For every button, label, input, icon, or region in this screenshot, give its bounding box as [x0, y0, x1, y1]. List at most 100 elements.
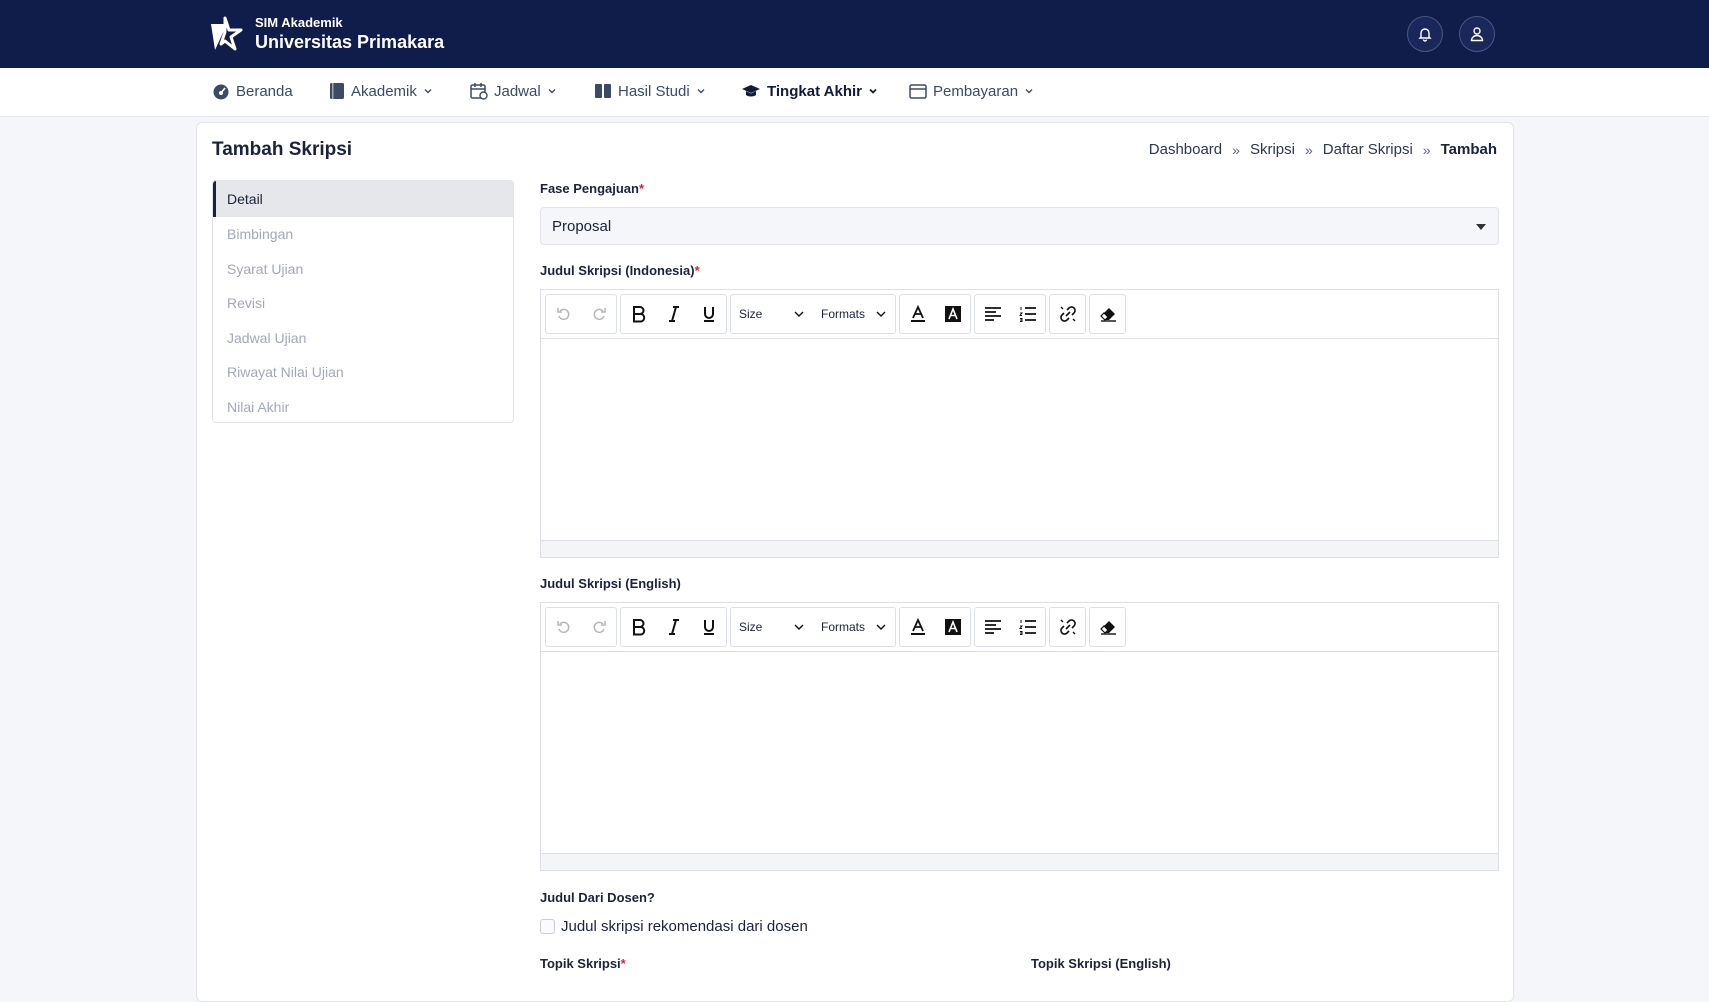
formats-select[interactable]: Formats	[813, 608, 895, 646]
book-icon	[330, 83, 344, 99]
fase-value: Proposal	[552, 217, 612, 235]
judul-id-editor: Size Formats	[540, 289, 1499, 558]
skripsi-form: Fase Pengajuan* Proposal Judul Skripsi (…	[540, 181, 1499, 974]
sidenav-item-syarat-ujian[interactable]: Syarat Ujian	[213, 252, 513, 287]
sidenav-item-bimbingan[interactable]: Bimbingan	[213, 217, 513, 252]
card-icon	[909, 84, 927, 99]
menu-jadwal[interactable]: Jadwal	[470, 82, 557, 100]
breadcrumb-separator: »	[1304, 141, 1313, 158]
bell-icon	[1418, 28, 1432, 42]
menu-beranda[interactable]: Beranda	[212, 82, 293, 100]
bold-button[interactable]	[621, 608, 656, 646]
align-left-icon	[984, 620, 1001, 634]
numbered-list-button[interactable]	[1010, 295, 1045, 333]
undo-icon	[556, 621, 569, 634]
undo-button[interactable]	[546, 608, 581, 646]
sidenav-item-detail[interactable]: Detail	[213, 181, 513, 217]
underline-button[interactable]	[691, 608, 726, 646]
underline-icon	[703, 620, 714, 635]
eraser-icon	[1099, 308, 1116, 322]
logo-icon	[211, 16, 243, 51]
sidenav-item-jadwal-ujian[interactable]: Jadwal Ujian	[213, 321, 513, 356]
bold-button[interactable]	[621, 295, 656, 333]
menu-tingkat-akhir[interactable]: Tingkat Akhir	[741, 82, 878, 100]
color-group	[899, 607, 971, 647]
fase-select[interactable]: Proposal	[540, 207, 1499, 245]
chevron-down-icon	[794, 311, 804, 317]
menu-label: Hasil Studi	[618, 82, 690, 100]
user-icon	[1470, 27, 1484, 42]
page-title: Tambah Skripsi	[212, 139, 353, 160]
dosen-label: Judul Dari Dosen?	[540, 890, 655, 905]
text-color-button[interactable]	[900, 608, 935, 646]
judul-id-label: Judul Skripsi (Indonesia)*	[540, 263, 700, 278]
unlink-button[interactable]	[1050, 608, 1085, 646]
underline-icon	[703, 307, 714, 322]
chevron-down-icon	[876, 311, 886, 317]
menu-label: Jadwal	[494, 82, 541, 100]
size-select[interactable]: Size	[731, 295, 813, 333]
undo-button[interactable]	[546, 295, 581, 333]
align-left-button[interactable]	[975, 295, 1010, 333]
clear-group	[1089, 607, 1126, 647]
redo-icon	[593, 308, 606, 321]
chevron-down-icon	[1025, 89, 1033, 94]
background-color-button[interactable]	[935, 608, 970, 646]
eraser-icon	[1099, 621, 1116, 635]
format-group: Size Formats	[730, 294, 896, 334]
chevron-down-icon	[876, 624, 886, 630]
align-left-icon	[984, 307, 1001, 321]
italic-button[interactable]	[656, 295, 691, 333]
editor-statusbar	[541, 540, 1498, 557]
sidenav-item-revisi[interactable]: Revisi	[213, 286, 513, 321]
italic-button[interactable]	[656, 608, 691, 646]
sidenav-item-riwayat-nilai-ujian[interactable]: Riwayat Nilai Ujian	[213, 355, 513, 390]
menu-label: Beranda	[236, 82, 293, 100]
menu-pembayaran[interactable]: Pembayaran	[909, 82, 1034, 100]
main-menu: Beranda Akademik Jadwal Hasil Studi Ting…	[0, 68, 1709, 117]
breadcrumb-skripsi[interactable]: Skripsi	[1250, 141, 1295, 158]
background-color-icon	[944, 306, 961, 322]
redo-button[interactable]	[581, 295, 616, 333]
breadcrumb-separator: »	[1422, 141, 1431, 158]
redo-button[interactable]	[581, 608, 616, 646]
breadcrumb-dashboard[interactable]: Dashboard	[1149, 141, 1222, 158]
background-color-button[interactable]	[935, 295, 970, 333]
dashboard-icon	[213, 84, 229, 100]
menu-hasil-studi[interactable]: Hasil Studi	[594, 82, 706, 100]
size-select[interactable]: Size	[731, 608, 813, 646]
formats-select[interactable]: Formats	[813, 295, 895, 333]
clear-format-button[interactable]	[1090, 608, 1125, 646]
sidenav-item-nilai-akhir[interactable]: Nilai Akhir	[213, 390, 513, 423]
topik-en-label: Topik Skripsi (English)	[1031, 956, 1171, 971]
text-color-button[interactable]	[900, 295, 935, 333]
unlink-button[interactable]	[1050, 295, 1085, 333]
brand[interactable]: SIM Akademik Universitas Primakara	[205, 14, 444, 54]
dosen-checkbox-label: Judul skripsi rekomendasi dari dosen	[561, 918, 808, 935]
history-group	[545, 294, 617, 334]
fase-label: Fase Pengajuan*	[540, 181, 645, 196]
topik-row: Topik Skripsi* Topik Skripsi (English)	[540, 956, 1499, 974]
breadcrumb-separator: »	[1232, 141, 1240, 158]
breadcrumb-daftar-skripsi[interactable]: Daftar Skripsi	[1323, 141, 1413, 158]
dosen-checkbox-row[interactable]: Judul skripsi rekomendasi dari dosen	[540, 918, 1499, 935]
numbered-list-button[interactable]	[1010, 608, 1045, 646]
top-header: SIM Akademik Universitas Primakara	[0, 0, 1709, 68]
graduation-cap-icon	[742, 85, 760, 97]
clear-format-button[interactable]	[1090, 295, 1125, 333]
chevron-down-icon	[869, 88, 877, 94]
judul-id-content[interactable]	[541, 339, 1498, 540]
side-nav: Detail Bimbingan Syarat Ujian Revisi Jad…	[212, 180, 514, 423]
profile-button[interactable]	[1459, 16, 1495, 52]
notification-button[interactable]	[1407, 16, 1443, 52]
align-left-button[interactable]	[975, 608, 1010, 646]
dosen-checkbox[interactable]	[540, 919, 555, 934]
app-title: Universitas Primakara	[255, 32, 445, 52]
menu-label: Pembayaran	[933, 82, 1019, 100]
menu-akademik[interactable]: Akademik	[329, 82, 433, 100]
menu-label: Tingkat Akhir	[767, 82, 863, 100]
judul-en-content[interactable]	[541, 652, 1498, 853]
italic-icon	[668, 619, 679, 635]
italic-icon	[668, 306, 679, 322]
underline-button[interactable]	[691, 295, 726, 333]
